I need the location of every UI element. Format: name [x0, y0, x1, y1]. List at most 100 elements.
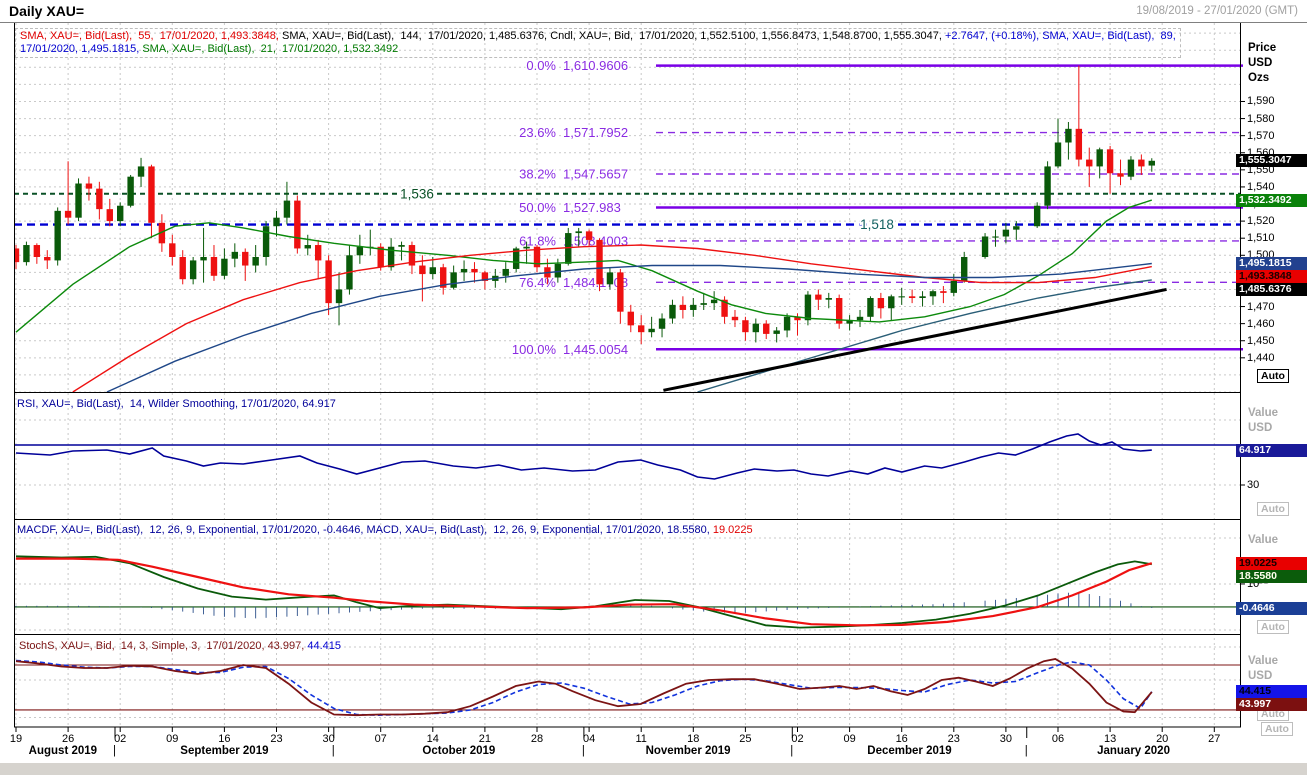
y-tick-label: 1,460	[1247, 318, 1275, 330]
x-tick-label: 25	[739, 733, 751, 745]
price-axis-header-line: Price	[1248, 41, 1276, 56]
y-tick-label: 1,580	[1247, 113, 1275, 125]
legend-segment: 17/01/2020, 1,495.1815,	[20, 43, 142, 55]
sma-21-line	[16, 200, 1152, 332]
rsi-axis-header: Value USD	[1248, 406, 1278, 436]
x-tick-label: 09	[843, 733, 855, 745]
x-tick-label: 02	[791, 733, 803, 745]
x-tick-label: 20	[1156, 733, 1168, 745]
last-value-box: 1,495.1815	[1236, 257, 1307, 270]
svg-text:1,571.7952: 1,571.7952	[563, 125, 628, 140]
month-label: August 2019	[29, 745, 97, 757]
x-tick-label: 23	[270, 733, 282, 745]
price-axis-header-line: USD	[1248, 56, 1276, 71]
y-tick-label: 1,510	[1247, 232, 1275, 244]
price-axis-header-line: Ozs	[1248, 71, 1276, 86]
svg-text:23.6%: 23.6%	[519, 125, 556, 140]
main-legend-line-1: SMA, XAU=, Bid(Last), 55, 17/01/2020, 1,…	[20, 30, 1176, 43]
x-tick-label: 06	[1052, 733, 1064, 745]
legend-segment: SMA, XAU=, Bid(Last), 21, 17/01/2020, 1,…	[142, 43, 398, 55]
y-tick-label: 1,470	[1247, 301, 1275, 313]
macd-axis-auto-button[interactable]: Auto	[1257, 620, 1289, 634]
x-tick-label: 30	[322, 733, 334, 745]
main-legend-line-2: 17/01/2020, 1,495.1815, SMA, XAU=, Bid(L…	[20, 43, 1176, 56]
legend-segment: MACDF, XAU=, Bid(Last), 12, 26, 9, Expon…	[17, 524, 713, 536]
chart-canvas: 0.0% 1,610.9606 23.6% 1,571.7952 38.2% 1,547.…	[0, 0, 1307, 775]
last-value-box: -0.4646	[1236, 602, 1307, 615]
svg-text:1,518: 1,518	[860, 217, 894, 232]
last-value-box: 18.5580	[1236, 570, 1307, 583]
y-tick-label: 1,450	[1247, 335, 1275, 347]
month-separator: |	[332, 745, 335, 757]
month-label: January 2020	[1097, 745, 1170, 757]
x-tick-label: 16	[218, 733, 230, 745]
x-tick-label: 16	[896, 733, 908, 745]
macd-axis-header-line: Value	[1248, 533, 1278, 548]
y-tick-label: 1,520	[1247, 215, 1275, 227]
macd-axis-header: Value	[1248, 533, 1278, 548]
x-tick-label: 04	[583, 733, 595, 745]
legend-segment: StochS, XAU=, Bid, 14, 3, Simple, 3, 17/…	[19, 640, 307, 652]
x-tick-label: 11	[635, 733, 646, 745]
y-tick-label: 1,440	[1247, 352, 1275, 364]
x-tick-label: 21	[479, 733, 491, 745]
rsi-axis-auto-button[interactable]: Auto	[1257, 502, 1289, 516]
legend-segment: SMA, XAU=, Bid(Last), 144, 17/01/2020, 1…	[282, 30, 550, 42]
x-tick-label: 14	[427, 733, 439, 745]
svg-text:0.0%: 0.0%	[526, 58, 556, 73]
stoch-axis-header: Value USD	[1248, 654, 1278, 684]
stoch-axis-header-line: USD	[1248, 669, 1278, 684]
last-value-box: 1,493.3848	[1236, 270, 1307, 283]
rsi-line	[16, 434, 1152, 479]
price-axis-auto-button[interactable]: Auto	[1257, 369, 1289, 383]
last-value-box: 1,532.3492	[1236, 194, 1307, 207]
last-value-box: 1,485.6376	[1236, 283, 1307, 296]
svg-text:1,527.983: 1,527.983	[563, 200, 621, 215]
svg-text:100.0%: 100.0%	[512, 342, 557, 357]
x-tick-label: 30	[1000, 733, 1012, 745]
macd-legend: MACDF, XAU=, Bid(Last), 12, 26, 9, Expon…	[17, 524, 753, 537]
x-tick-label: 27	[1208, 733, 1220, 745]
rsi-axis-header-line: USD	[1248, 421, 1278, 436]
month-separator: |	[113, 745, 116, 757]
legend-segment: +2.7647, (+0.18%),	[945, 30, 1042, 42]
legend-segment: 44.415	[307, 640, 341, 652]
bottom-strip	[0, 763, 1307, 775]
x-tick-label: 02	[114, 733, 126, 745]
svg-text:1,547.5657: 1,547.5657	[563, 167, 628, 182]
last-value-box: 43.997	[1236, 698, 1307, 711]
stoch-legend: StochS, XAU=, Bid, 14, 3, Simple, 3, 17/…	[19, 640, 341, 653]
last-value-box: 64.917	[1236, 444, 1307, 457]
svg-text:50.0%: 50.0%	[519, 200, 556, 215]
legend-segment: RSI, XAU=, Bid(Last), 14, Wilder Smoothi…	[17, 398, 336, 410]
y-tick-label: 1,590	[1247, 95, 1275, 107]
rsi-axis-header-line: Value	[1248, 406, 1278, 421]
y-tick-label: 30	[1247, 479, 1259, 491]
month-separator: |	[790, 745, 793, 757]
main-legend: SMA, XAU=, Bid(Last), 55, 17/01/2020, 1,…	[15, 28, 1181, 58]
month-separator: |	[582, 745, 585, 757]
svg-text:1,610.9606: 1,610.9606	[563, 58, 628, 73]
date-range: 19/08/2019 - 27/01/2020 (GMT)	[1136, 5, 1298, 17]
x-axis-auto-button[interactable]: Auto	[1261, 722, 1293, 736]
fib-labels: 0.0% 1,610.9606 23.6% 1,571.7952 38.2% 1,547.…	[512, 58, 628, 357]
stoch-line	[16, 659, 1152, 715]
svg-text:1,536: 1,536	[400, 186, 434, 201]
chart-window: 0.0% 1,610.9606 23.6% 1,571.7952 38.2% 1,547.…	[0, 0, 1307, 775]
x-tick-label: 13	[1104, 733, 1116, 745]
x-tick-label: 26	[62, 733, 74, 745]
svg-text:38.2%: 38.2%	[519, 167, 556, 182]
x-tick-label: 09	[166, 733, 178, 745]
last-value-box: 19.0225	[1236, 557, 1307, 570]
legend-segment: SMA, XAU=, Bid(Last), 55, 17/01/2020, 1,…	[20, 30, 282, 42]
macd-signal-line	[16, 559, 1152, 626]
svg-text:61.8%: 61.8%	[519, 233, 556, 248]
macd-histogram	[16, 592, 1152, 618]
price-axis-header: Price USD Ozs	[1248, 41, 1276, 86]
x-tick-label: 07	[375, 733, 387, 745]
legend-segment: 19.0225	[713, 524, 753, 536]
month-label: October 2019	[422, 745, 495, 757]
y-tick-label: 1,540	[1247, 181, 1275, 193]
svg-text:1,445.0054: 1,445.0054	[563, 342, 628, 357]
x-tick-label: 23	[948, 733, 960, 745]
